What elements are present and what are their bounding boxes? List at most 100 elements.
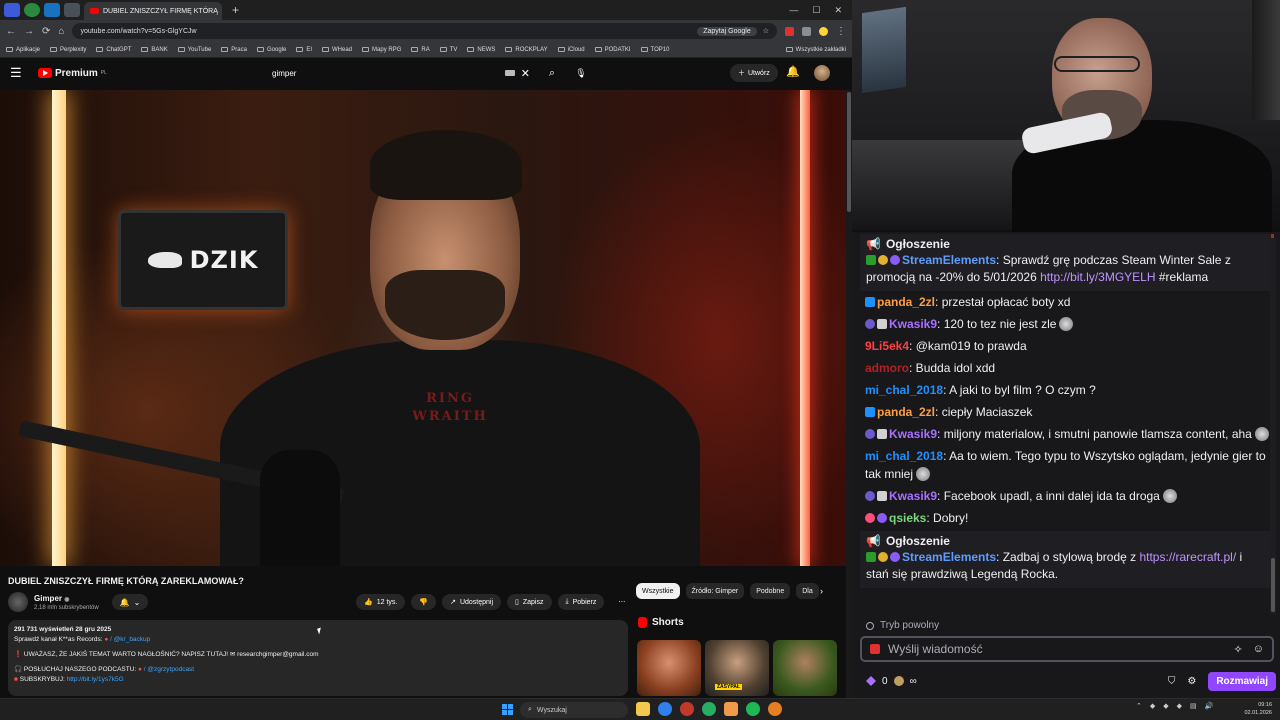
chip-all[interactable]: Wszystkie [636,583,680,599]
network-icon[interactable]: ▤ [1190,702,1197,710]
chat-username[interactable]: Kwasik9 [889,489,937,503]
tab-icon-4[interactable] [64,3,80,17]
bookmark-item[interactable]: YouTube [177,47,211,53]
reload-icon[interactable]: ⟳ [42,26,50,37]
chrome-icon[interactable] [702,702,716,716]
create-button[interactable]: ＋ Utwórz [730,64,778,82]
download-button[interactable]: ⤓ Pobierz [557,594,605,610]
notes-icon[interactable] [724,702,738,716]
extension-icon-1[interactable] [785,26,794,36]
bookmark-star-icon[interactable]: ☆ [763,27,769,35]
sparkle-icon[interactable]: ✧ [1234,643,1243,656]
channel-name[interactable]: Gimper ◉ [34,594,70,603]
bookmark-item[interactable]: Praca [221,47,247,53]
tab-icon-2[interactable] [24,3,40,17]
emote-picker-icon[interactable] [870,644,880,654]
notifications-bell-icon[interactable]: 🔔 [786,65,800,78]
search-icon[interactable]: ⌕ [542,67,562,80]
tray-app-icon[interactable]: ◆ [1163,702,1168,710]
chip-source[interactable]: Źródło: Gimper [685,583,745,599]
short-thumbnail[interactable]: ZASYPAŁ [705,640,769,696]
youtube-logo[interactable]: Premium PL [38,68,107,79]
chat-username[interactable]: qsieks [889,511,926,525]
share-button[interactable]: ↗ Udostępnij [442,594,502,610]
home-icon[interactable]: ⌂ [58,26,64,37]
profile-icon[interactable] [819,26,828,36]
podcast-link[interactable]: / @zgrzytpodcast [144,666,194,673]
extension-icon-2[interactable] [802,26,811,36]
volume-icon[interactable]: 🔊 [1205,702,1214,710]
bookmark-item[interactable]: Google [256,47,286,53]
coin-icon[interactable] [893,676,904,686]
chat-link[interactable]: https://rarecraft.pl/ [1139,550,1236,564]
close-window-button[interactable]: ✕ [834,5,842,16]
hamburger-menu-icon[interactable]: ☰ [10,65,30,81]
channel-avatar[interactable] [8,592,28,612]
spotify-icon[interactable] [746,702,760,716]
chevron-right-icon[interactable]: › [820,586,823,596]
chat-username[interactable]: Kwasik9 [889,317,937,331]
bookmark-item[interactable]: ChatGPT [96,47,131,53]
more-actions-button[interactable]: ⋯ [610,594,633,610]
tab-youtube-active[interactable]: DUBIEL ZNISZCZYŁ FIRMĘ KTÓRĄ ✕ [84,2,222,20]
chat-username[interactable]: panda_2zl [877,295,935,309]
bookmark-item[interactable]: RA [411,47,430,53]
microphone-icon[interactable]: 🎙 [572,64,590,82]
bookmark-item[interactable]: TOP10 [640,47,669,53]
chat-username[interactable]: admoro [865,361,909,375]
chat-username[interactable]: StreamElements [902,253,996,267]
subscribed-bell-button[interactable]: 🔔 ⌄ [112,594,148,610]
all-bookmarks-button[interactable]: Wszystkie zakładki [785,47,846,53]
chat-scrollbar[interactable] [1270,238,1276,614]
forward-icon[interactable]: → [24,26,34,37]
chat-username[interactable]: Kwasik9 [889,427,937,441]
emoji-icon[interactable]: ☺ [1253,643,1264,656]
channel-points-icon[interactable] [866,676,876,686]
chat-send-button[interactable]: Rozmawiaj [1208,671,1276,691]
bookmark-item[interactable]: Perplexity [50,47,86,53]
subscribe-link[interactable]: http://bit.ly/1ys7k5G [67,676,124,683]
windows-start-icon[interactable] [502,704,513,715]
tab-icon-3[interactable] [44,3,60,17]
tray-chevron-icon[interactable]: ⌃ [1136,702,1142,710]
like-button[interactable]: 👍 12 tys. [356,594,406,610]
shield-icon[interactable]: ⛉ [1168,676,1176,687]
chat-username[interactable]: panda_2zl [877,405,935,419]
bookmark-item[interactable]: BANK [141,47,168,53]
user-avatar[interactable] [814,65,830,81]
chip-for-you[interactable]: Dla [796,583,819,599]
back-icon[interactable]: ← [6,26,16,37]
opera-icon[interactable] [680,702,694,716]
new-tab-button[interactable]: + [232,3,239,17]
chat-username[interactable]: mi_chal_2018 [865,449,943,463]
bookmark-item[interactable]: PODATKI [594,47,631,53]
edge-icon[interactable] [658,702,672,716]
chip-related[interactable]: Podobne [750,583,791,599]
taskbar-search[interactable]: ⌕ Wyszukaj [520,702,628,718]
channel-link[interactable]: / @kr_backup [110,636,150,643]
dislike-button[interactable]: 👎 [411,594,437,610]
bookmark-item[interactable]: iCloud [557,47,585,53]
tray-app-icon[interactable]: ◆ [1177,702,1182,710]
tab-icon-1[interactable] [4,3,20,17]
bookmark-item[interactable]: EI [296,47,312,53]
ask-google-button[interactable]: Zapytaj Google [697,26,757,36]
chat-username[interactable]: StreamElements [902,550,996,564]
chat-link[interactable]: http://bit.ly/3MGYELH [1040,270,1155,284]
keyboard-icon[interactable] [504,70,515,76]
chat-username[interactable]: mi_chal_2018 [865,383,943,397]
minimize-button[interactable]: — [789,5,798,16]
short-thumbnail[interactable] [773,640,837,696]
save-button[interactable]: ▯ Zapisz [507,594,552,610]
search-input[interactable]: gimper [262,69,505,78]
bookmark-item[interactable]: TV [439,47,457,53]
video-player[interactable]: DZIK RING WRAITH [0,90,846,566]
bookmark-item[interactable]: NEWS [467,47,495,53]
url-bar[interactable]: youtube.com/watch?v=5Gs-GlgYCJw Zapytaj … [72,23,777,39]
chrome-canary-icon[interactable] [768,702,782,716]
short-thumbnail[interactable] [637,640,701,696]
clear-search-icon[interactable]: ✕ [521,67,530,80]
chat-username[interactable]: 9Li5ek4 [865,339,909,353]
chat-message-input[interactable]: Wyślij wiadomość ✧ ☺ [860,636,1274,662]
taskbar-clock[interactable]: 09:16 02.01.2026 [1244,701,1272,717]
